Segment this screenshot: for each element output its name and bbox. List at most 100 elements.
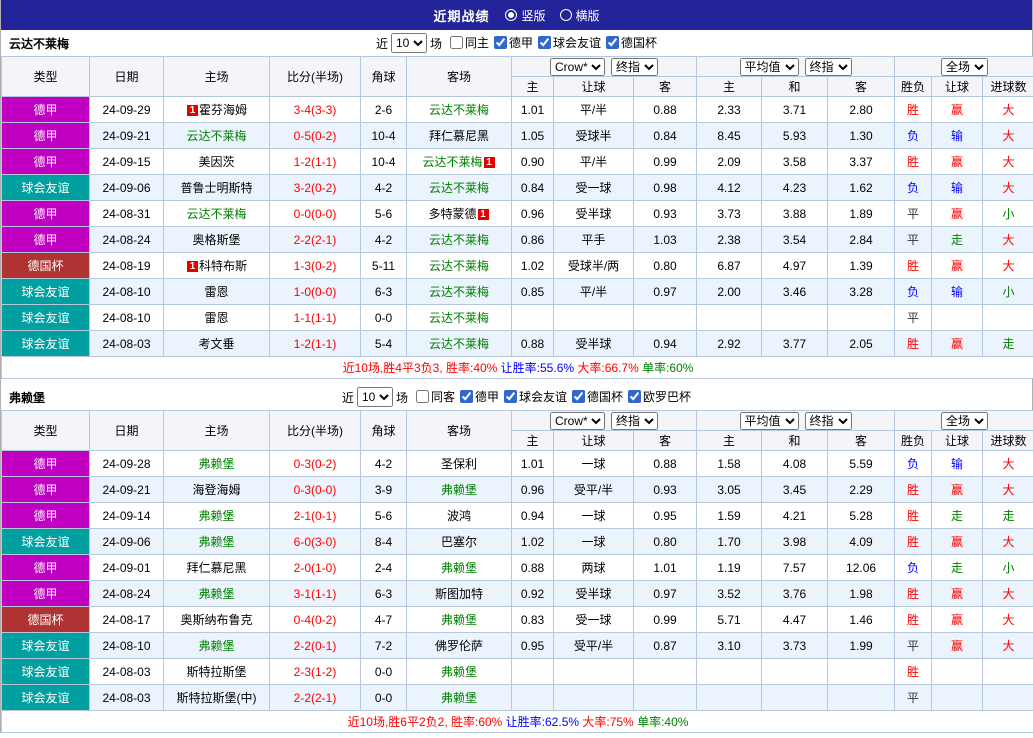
team-name: 弗赖堡 [441, 665, 477, 679]
scope-select[interactable]: 全场 [941, 412, 988, 430]
subcol-handicap-result: 让球 [932, 431, 983, 451]
checkbox-input[interactable] [494, 36, 507, 49]
radio-icon [560, 9, 572, 21]
match-date: 24-08-03 [90, 331, 164, 357]
team-cell[interactable]: 云达不莱梅 [407, 175, 512, 201]
match-score: 1-2(1-1) [270, 149, 361, 175]
checkbox-input[interactable] [450, 36, 463, 49]
match-row: 德甲24-09-01拜仁慕尼黑2-0(1-0)2-4弗赖堡0.88两球1.011… [2, 555, 1033, 581]
odds-value [554, 305, 634, 331]
team-cell[interactable]: 考文垂 [164, 331, 270, 357]
team-cell[interactable]: 云达不莱梅 [407, 279, 512, 305]
odds-value: 0.86 [512, 227, 554, 253]
bookmaker-select[interactable]: Crow* [550, 412, 605, 430]
team-cell[interactable]: 云达不莱梅 [407, 227, 512, 253]
team-cell[interactable]: 弗赖堡 [407, 555, 512, 581]
odds-value [828, 659, 895, 685]
checkbox-input[interactable] [504, 390, 517, 403]
team-cell[interactable]: 拜仁慕尼黑 [164, 555, 270, 581]
team-cell[interactable]: 弗赖堡 [164, 451, 270, 477]
team-cell[interactable]: 圣保利 [407, 451, 512, 477]
team-cell[interactable]: 多特蒙德1 [407, 201, 512, 227]
match-date: 24-08-24 [90, 581, 164, 607]
team-cell[interactable]: 巴塞尔 [407, 529, 512, 555]
team-cell[interactable]: 美因茨 [164, 149, 270, 175]
checkbox-input[interactable] [572, 390, 585, 403]
team-cell[interactable]: 弗赖堡 [164, 581, 270, 607]
team-cell[interactable]: 云达不莱梅 [407, 331, 512, 357]
filter-checkbox[interactable]: 球会友谊 [504, 388, 567, 405]
team-cell[interactable]: 拜仁慕尼黑 [407, 123, 512, 149]
team-cell[interactable]: 雷恩 [164, 279, 270, 305]
team-cell[interactable]: 云达不莱梅 [407, 97, 512, 123]
filter-checkbox[interactable]: 同客 [416, 388, 455, 405]
team-cell[interactable]: 海登海姆 [164, 477, 270, 503]
team-cell[interactable]: 波鸿 [407, 503, 512, 529]
filter-checkbox[interactable]: 德甲 [460, 388, 499, 405]
team-cell[interactable]: 弗赖堡 [407, 477, 512, 503]
team-cell[interactable]: 弗赖堡 [407, 659, 512, 685]
team-cell[interactable]: 云达不莱梅 [164, 201, 270, 227]
odds-value: 0.90 [512, 149, 554, 175]
filter-checkbox[interactable]: 欧罗巴杯 [628, 388, 691, 405]
team-cell[interactable]: 佛罗伦萨 [407, 633, 512, 659]
bookmaker-select[interactable]: Crow* [550, 58, 605, 76]
team-cell[interactable]: 弗赖堡 [164, 503, 270, 529]
match-count-select[interactable]: 10 [391, 33, 427, 53]
team-cell[interactable]: 云达不莱梅 [407, 253, 512, 279]
checkbox-input[interactable] [606, 36, 619, 49]
filter-checkbox[interactable]: 德国杯 [606, 34, 657, 51]
average-time-select[interactable]: 终指 [805, 58, 852, 76]
team-cell[interactable]: 弗赖堡 [407, 685, 512, 711]
team-cell[interactable]: 弗赖堡 [164, 529, 270, 555]
team-cell[interactable]: 雷恩 [164, 305, 270, 331]
odds-value: 平/半 [554, 149, 634, 175]
layout-radio-selected[interactable]: 竖版 [505, 7, 545, 24]
checkbox-input[interactable] [416, 390, 429, 403]
odds-value: 6.87 [697, 253, 762, 279]
match-type: 德甲 [2, 97, 90, 123]
average-time-select[interactable]: 终指 [805, 412, 852, 430]
odds-time-select[interactable]: 终指 [611, 412, 658, 430]
result-value: 大 [983, 123, 1033, 149]
odds-time-select[interactable]: 终指 [611, 58, 658, 76]
odds-value: 3.77 [762, 331, 828, 357]
checkbox-input[interactable] [628, 390, 641, 403]
team-cell[interactable]: 斯图加特 [407, 581, 512, 607]
average-select[interactable]: 平均值 [740, 412, 799, 430]
odds-value [828, 685, 895, 711]
team-cell[interactable]: 斯特拉斯堡(中) [164, 685, 270, 711]
match-corners: 4-7 [361, 607, 407, 633]
layout-radio-option[interactable]: 横版 [560, 7, 600, 24]
scope-select[interactable]: 全场 [941, 58, 988, 76]
result-value [932, 685, 983, 711]
checkbox-input[interactable] [538, 36, 551, 49]
odds-value [697, 305, 762, 331]
team-cell[interactable]: 奥格斯堡 [164, 227, 270, 253]
checkbox-input[interactable] [460, 390, 473, 403]
subcol-odds-handicap: 让球 [554, 431, 634, 451]
team-cell[interactable]: 普鲁士明斯特 [164, 175, 270, 201]
team-cell[interactable]: 斯特拉斯堡 [164, 659, 270, 685]
team-cell[interactable]: 云达不莱梅 [407, 305, 512, 331]
team-cell[interactable]: 云达不莱梅 [164, 123, 270, 149]
team-cell[interactable]: 奥斯纳布鲁克 [164, 607, 270, 633]
average-select[interactable]: 平均值 [740, 58, 799, 76]
match-row: 球会友谊24-08-03考文垂1-2(1-1)5-4云达不莱梅0.88受半球0.… [2, 331, 1033, 357]
team-name: 弗赖堡 [441, 483, 477, 497]
team-cell[interactable]: 云达不莱梅1 [407, 149, 512, 175]
odds-value: 0.99 [634, 149, 697, 175]
team-cell[interactable]: 1科特布斯 [164, 253, 270, 279]
match-count-select[interactable]: 10 [357, 387, 393, 407]
team-cell[interactable]: 1霍芬海姆 [164, 97, 270, 123]
result-value: 大 [983, 253, 1033, 279]
team-name: 波鸿 [447, 509, 471, 523]
result-value: 赢 [932, 201, 983, 227]
filter-checkbox[interactable]: 德国杯 [572, 388, 623, 405]
filter-checkbox[interactable]: 球会友谊 [538, 34, 601, 51]
team-cell[interactable]: 弗赖堡 [164, 633, 270, 659]
result-value: 小 [983, 279, 1033, 305]
filter-checkbox[interactable]: 德甲 [494, 34, 533, 51]
filter-checkbox[interactable]: 同主 [450, 34, 489, 51]
team-cell[interactable]: 弗赖堡 [407, 607, 512, 633]
